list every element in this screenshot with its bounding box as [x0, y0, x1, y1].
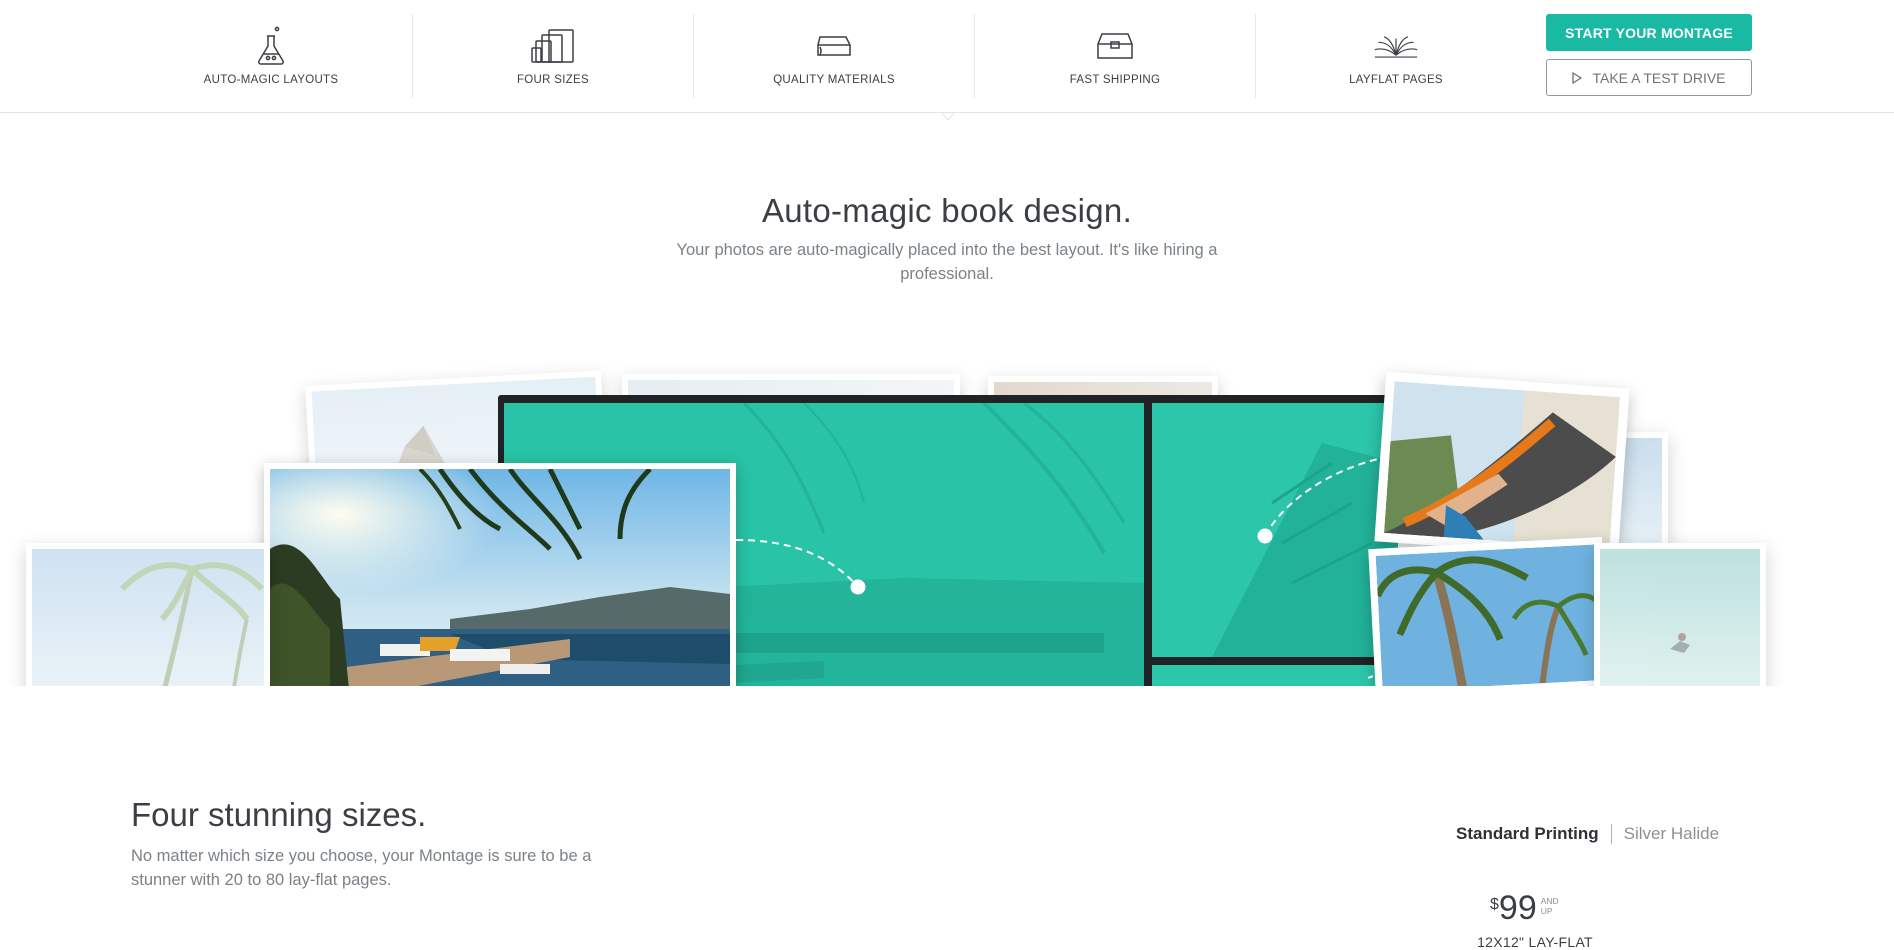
price: $ 99 AND UP [1490, 890, 1565, 926]
divider [1610, 824, 1612, 844]
sizes-title: Four stunning sizes. [131, 796, 427, 833]
feature-label: FAST SHIPPING [1069, 74, 1161, 86]
feature-label: LAYFLAT PAGES [1349, 74, 1443, 86]
layout-collage [0, 360, 1894, 686]
hero-title: Auto-magic book design. [761, 192, 1133, 229]
take-test-drive-button[interactable]: TAKE A TEST DRIVE [1546, 59, 1752, 96]
open-book-icon [1373, 26, 1419, 66]
feature-label: FOUR SIZES [516, 74, 589, 86]
feature-auto-magic-layouts[interactable]: AUTO-MAGIC LAYOUTS [131, 14, 411, 98]
play-icon [1572, 71, 1583, 84]
start-montage-button[interactable]: START YOUR MONTAGE [1546, 14, 1752, 51]
feature-label: QUALITY MATERIALS [773, 74, 895, 86]
shipping-box-icon [1092, 26, 1138, 66]
sizes-description: No matter which size you choose, your Mo… [131, 847, 592, 889]
feature-layflat-pages[interactable]: LAYFLAT PAGES [1256, 14, 1536, 98]
hero-subtitle: Your photos are auto-magically placed in… [676, 241, 1218, 283]
feature-four-sizes[interactable]: FOUR SIZES [413, 14, 693, 98]
feature-quality-materials[interactable]: QUALITY MATERIALS [694, 14, 974, 98]
price-currency: $ [1490, 896, 1499, 913]
active-caret-icon [942, 113, 954, 120]
standard-printing-tab[interactable]: Standard Printing [1456, 824, 1599, 844]
silver-halide-tab[interactable]: Silver Halide [1624, 824, 1719, 844]
take-test-drive-label: TAKE A TEST DRIVE [1592, 69, 1726, 86]
price-amount: 99 [1498, 889, 1537, 927]
feature-label: AUTO-MAGIC LAYOUTS [203, 74, 339, 86]
sizes-icon [530, 26, 576, 66]
printing-toggle: Standard Printing Silver Halide [1456, 824, 1719, 844]
book-materials-icon [811, 26, 857, 66]
size-label: 12X12" LAY-FLAT [1477, 934, 1593, 950]
layout-connector-lines [735, 457, 1385, 679]
feature-fast-shipping[interactable]: FAST SHIPPING [975, 14, 1255, 98]
flask-icon [248, 26, 294, 66]
feature-nav: AUTO-MAGIC LAYOUTS FOUR SIZES QUALITY MA… [0, 0, 1894, 113]
price-and-up: AND UP [1540, 896, 1559, 916]
